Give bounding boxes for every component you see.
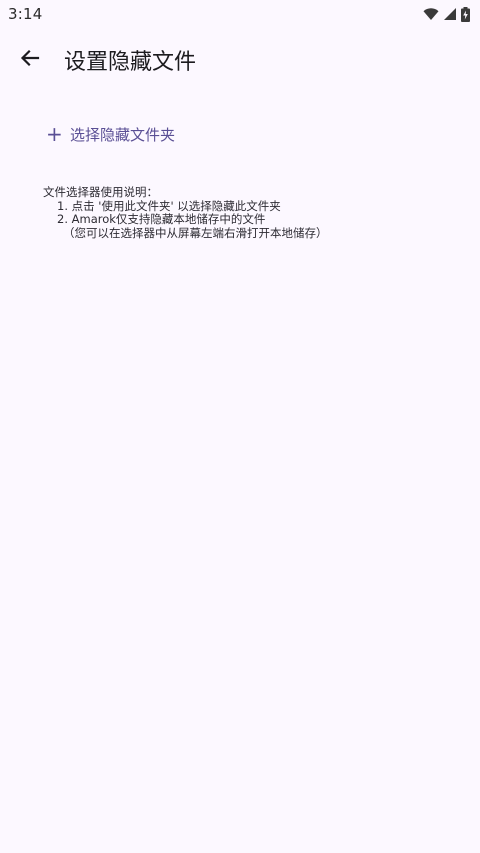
- select-hidden-folder-button[interactable]: + 选择隐藏文件夹: [36, 114, 185, 154]
- back-button[interactable]: [6, 36, 54, 84]
- arrow-back-icon: [20, 48, 40, 72]
- instructions-heading: 文件选择器使用说明：: [43, 185, 158, 199]
- instructions-step-2: 2. Amarok仅支持隐藏本地储存中的文件: [57, 212, 266, 226]
- page-title: 设置隐藏文件: [64, 50, 197, 75]
- status-bar: 3:14: [0, 0, 480, 28]
- instructions-step-1: 1. 点击 '使用此文件夹' 以选择隐藏此文件夹: [57, 198, 281, 213]
- screen: 3:14 设置隐藏文件 + 选择隐藏文件夹 文件选择器使用说明： 1. 点击 '…: [0, 0, 480, 853]
- app-bar: 设置隐藏文件: [0, 28, 480, 92]
- wifi-icon: [423, 7, 439, 21]
- instructions-note: （您可以在选择器中从屏幕左端右滑打开本地储存）: [63, 225, 328, 240]
- select-hidden-folder-label: 选择隐藏文件夹: [70, 125, 176, 144]
- status-time: 3:14: [8, 5, 43, 23]
- plus-icon: +: [46, 122, 63, 146]
- file-picker-instructions: 文件选择器使用说明： 1. 点击 '使用此文件夹' 以选择隐藏此文件夹 2. A…: [43, 185, 463, 240]
- battery-charging-icon: [461, 6, 470, 22]
- signal-icon: [443, 7, 457, 21]
- status-icons: [423, 6, 470, 22]
